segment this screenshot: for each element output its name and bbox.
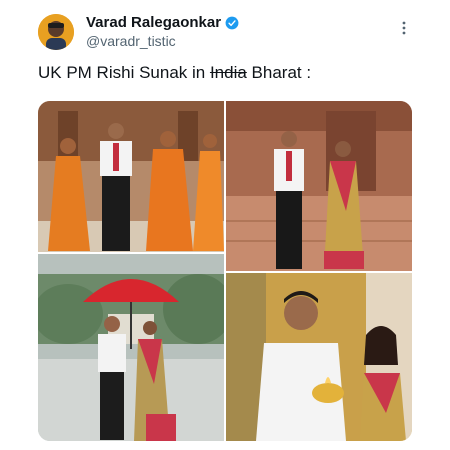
author-avatar[interactable] — [38, 14, 74, 50]
temple-photo-with-monks[interactable] — [38, 101, 224, 252]
tweet-card: Varad Ralegaonkar @varadr_tistic UK PM R… — [0, 0, 450, 450]
more-options-icon[interactable] — [396, 20, 412, 36]
prayer-aarti-photo[interactable] — [226, 273, 412, 441]
tweet-text: UK PM Rishi Sunak in India Bharat : — [38, 63, 311, 83]
author-handle[interactable]: @varadr_tistic — [86, 33, 176, 49]
temple-photo-couple-standing[interactable] — [226, 101, 412, 271]
umbrella-walk-photo[interactable] — [38, 254, 224, 441]
verified-badge-icon — [225, 16, 239, 29]
media-grid — [38, 101, 412, 441]
author-name-text: Varad Ralegaonkar — [86, 14, 222, 31]
tweet-text-after: Bharat : — [246, 63, 312, 82]
avatar-image — [38, 14, 74, 50]
author-display-name[interactable]: Varad Ralegaonkar — [86, 14, 239, 31]
tweet-text-before: UK PM Rishi Sunak in — [38, 63, 210, 82]
tweet-text-struck: India — [209, 63, 247, 82]
